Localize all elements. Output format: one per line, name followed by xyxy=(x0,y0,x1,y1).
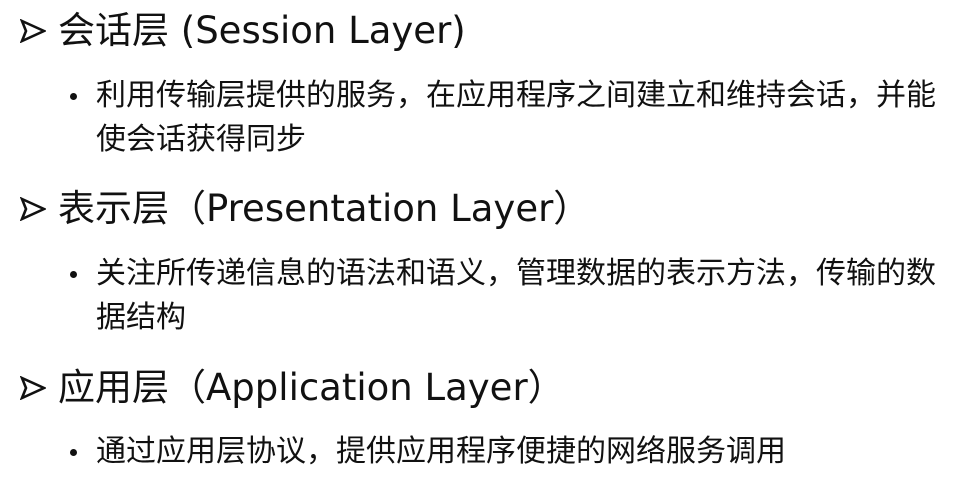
section-heading-application: 应用层（Application Layer） xyxy=(18,363,565,413)
bullet-dot-icon xyxy=(70,93,77,100)
section-bullet-session: 利用传输层提供的服务，在应用程序之间建立和维持会话，并能使会话获得同步 xyxy=(70,74,960,162)
bullet-text: 关注所传递信息的语法和语义，管理数据的表示方法，传输的数据结构 xyxy=(96,256,936,335)
heading-text: 表示层（Presentation Layer） xyxy=(58,187,591,230)
section-bullet-presentation: 关注所传递信息的语法和语义，管理数据的表示方法，传输的数据结构 xyxy=(70,252,960,340)
section-heading-session: 会话层 (Session Layer) xyxy=(18,6,466,56)
section-heading-presentation: 表示层（Presentation Layer） xyxy=(18,184,590,234)
bullet-dot-icon xyxy=(70,449,77,456)
section-bullet-application: 通过应用层协议，提供应用程序便捷的网络服务调用 xyxy=(70,430,960,474)
heading-text: 应用层（Application Layer） xyxy=(58,366,565,409)
bullet-text: 通过应用层协议，提供应用程序便捷的网络服务调用 xyxy=(96,434,786,469)
bullet-text: 利用传输层提供的服务，在应用程序之间建立和维持会话，并能使会话获得同步 xyxy=(96,78,936,157)
arrow-bullet-icon xyxy=(18,363,58,413)
heading-text: 会话层 (Session Layer) xyxy=(58,9,466,52)
arrow-bullet-icon xyxy=(18,6,58,56)
bullet-dot-icon xyxy=(70,271,77,278)
slide: 会话层 (Session Layer) 利用传输层提供的服务，在应用程序之间建立… xyxy=(0,0,978,490)
arrow-bullet-icon xyxy=(18,184,58,234)
